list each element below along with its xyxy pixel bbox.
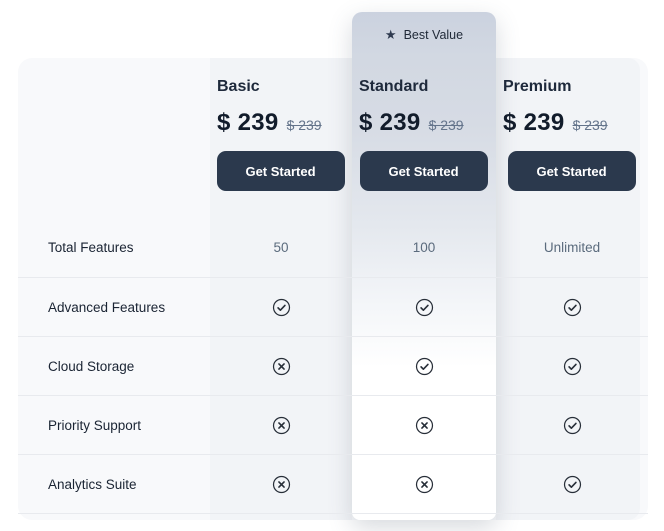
cross-circle-icon	[415, 475, 434, 494]
feature-label: Priority Support	[18, 396, 210, 454]
price-line: $ 239 $ 239	[359, 109, 464, 137]
get-started-button-standard[interactable]: Get Started	[360, 151, 488, 191]
old-price: $ 239	[573, 117, 608, 133]
current-price: $ 239	[359, 109, 421, 137]
feature-row-advanced-features: Advanced Features	[18, 278, 648, 337]
feature-label: Analytics Suite	[18, 455, 210, 513]
check-circle-icon	[415, 298, 434, 317]
check-circle-icon	[563, 416, 582, 435]
old-price: $ 239	[287, 117, 322, 133]
feature-value: 50	[273, 240, 288, 255]
cross-circle-icon	[272, 416, 291, 435]
plan-header-standard: Standard $ 239 $ 239 Get Started	[352, 58, 496, 218]
feature-label: Cloud Storage	[18, 337, 210, 395]
price-line: $ 239 $ 239	[503, 109, 608, 137]
feature-row-priority-support: Priority Support	[18, 396, 648, 455]
star-icon: ★	[385, 28, 397, 41]
pricing-page: ★ Best Value Basic $ 239 $ 239 Get Start…	[0, 0, 664, 531]
plan-header-basic: Basic $ 239 $ 239 Get Started	[210, 58, 352, 218]
best-value-label: Best Value	[404, 28, 464, 42]
current-price: $ 239	[217, 109, 279, 137]
feature-value: Unlimited	[544, 240, 600, 255]
current-price: $ 239	[503, 109, 565, 137]
plan-header-premium: Premium $ 239 $ 239 Get Started	[496, 58, 648, 218]
plans-header-row: Basic $ 239 $ 239 Get Started Standard $…	[18, 58, 648, 218]
feature-label: Advanced Features	[18, 278, 210, 336]
plan-name: Premium	[503, 77, 571, 96]
get-started-button-basic[interactable]: Get Started	[217, 151, 345, 191]
feature-row-cloud-storage: Cloud Storage	[18, 337, 648, 396]
cross-circle-icon	[272, 357, 291, 376]
check-circle-icon	[563, 475, 582, 494]
check-circle-icon	[272, 298, 291, 317]
header-spacer	[18, 58, 210, 218]
feature-value: 100	[413, 240, 436, 255]
get-started-button-premium[interactable]: Get Started	[508, 151, 636, 191]
check-circle-icon	[415, 357, 434, 376]
feature-label: Total Features	[18, 218, 210, 277]
cross-circle-icon	[272, 475, 291, 494]
cross-circle-icon	[415, 416, 434, 435]
check-circle-icon	[563, 357, 582, 376]
check-circle-icon	[563, 298, 582, 317]
feature-row-analytics-suite: Analytics Suite	[18, 455, 648, 514]
plan-name: Basic	[217, 77, 260, 96]
plan-name: Standard	[359, 77, 428, 96]
best-value-badge: ★ Best Value	[352, 12, 496, 58]
old-price: $ 239	[429, 117, 464, 133]
feature-row-total-features: Total Features 50 100 Unlimited	[18, 218, 648, 278]
price-line: $ 239 $ 239	[217, 109, 322, 137]
pricing-grid: Basic $ 239 $ 239 Get Started Standard $…	[18, 58, 648, 514]
